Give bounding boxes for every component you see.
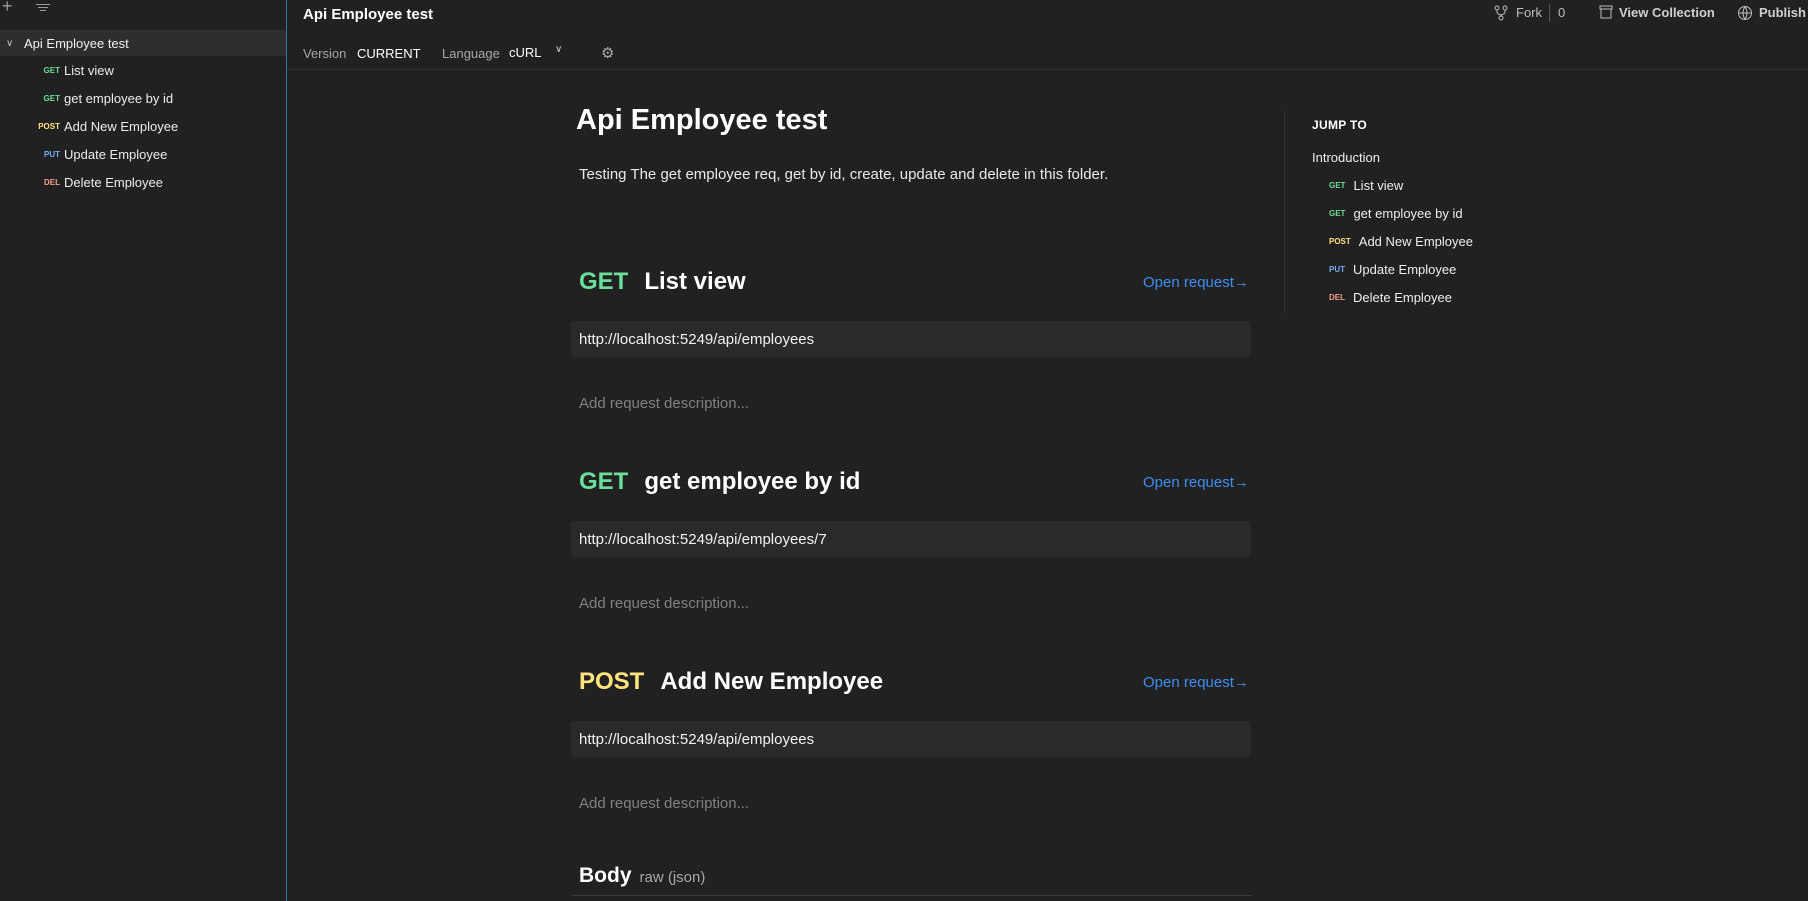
request-url: http://localhost:5249/api/employees: [579, 730, 815, 748]
sidebar-item-label: Add New Employee: [64, 118, 179, 134]
request-url-box: http://localhost:5249/api/employees/7: [571, 521, 1251, 557]
version-label: Version: [303, 46, 347, 61]
sidebar-item-add-new-employee[interactable]: POST Add New Employee: [0, 115, 286, 137]
open-request-link[interactable]: Open request→: [1143, 474, 1249, 491]
jump-to-item-delete-employee[interactable]: DEL Delete Employee: [1329, 290, 1452, 305]
body-label: Body: [579, 864, 632, 887]
jump-to-item-add-new-employee[interactable]: POST Add New Employee: [1329, 234, 1473, 249]
collection-name: Api Employee test: [24, 35, 129, 51]
divider: [571, 895, 1251, 896]
view-collection-button[interactable]: View Collection: [1619, 5, 1715, 20]
request-name: get employee by id: [644, 468, 861, 495]
method-badge: DEL: [1329, 293, 1345, 302]
jump-to-item-label: Update Employee: [1353, 262, 1457, 277]
gear-icon[interactable]: ⚙: [601, 44, 614, 62]
body-type: raw (json): [639, 869, 706, 886]
open-request-link[interactable]: Open request→: [1143, 274, 1249, 291]
open-request-label: Open request: [1143, 274, 1234, 291]
sidebar-item-get-employee-by-id[interactable]: GET get employee by id: [0, 87, 286, 109]
request-url: http://localhost:5249/api/employees: [579, 330, 815, 348]
method-badge: DEL: [44, 177, 60, 187]
sidebar: + ∨ Api Employee test GET List view GET …: [0, 0, 287, 901]
method-badge: POST: [38, 121, 60, 131]
jump-to-item-get-employee-by-id[interactable]: GET get employee by id: [1329, 206, 1463, 221]
page-title: Api Employee test: [303, 6, 434, 23]
topbar: Api Employee test Version CURRENT Langua…: [287, 0, 1808, 70]
sidebar-item-label: List view: [64, 62, 114, 78]
jump-to-item-label: List view: [1353, 178, 1404, 193]
open-request-link[interactable]: Open request→: [1143, 674, 1249, 691]
arrow-right-icon: →: [1233, 274, 1249, 291]
language-dropdown[interactable]: cURL: [509, 45, 542, 60]
filter-icon[interactable]: [36, 2, 50, 13]
method-badge: POST: [1329, 237, 1351, 246]
sidebar-toolbar: +: [0, 0, 286, 18]
request-name: List view: [644, 268, 746, 295]
method-badge: PUT: [44, 149, 60, 159]
request-name: Add New Employee: [660, 668, 884, 695]
jump-to-item-label: Add New Employee: [1358, 234, 1473, 249]
fork-icon[interactable]: [1494, 5, 1508, 24]
request-heading-list-view: GET List view: [579, 268, 746, 296]
method-badge: GET: [43, 93, 60, 103]
open-request-label: Open request: [1143, 474, 1234, 491]
method-badge: GET: [43, 65, 60, 75]
jump-to-item-label: Delete Employee: [1353, 290, 1452, 305]
doc-description: Testing The get employee req, get by id,…: [579, 166, 1109, 183]
jump-to-item-label: get employee by id: [1353, 206, 1463, 221]
request-description-placeholder[interactable]: Add request description...: [579, 395, 749, 412]
jump-to-title: JUMP TO: [1312, 118, 1368, 132]
jump-to-introduction[interactable]: Introduction: [1312, 150, 1380, 165]
view-collection-icon[interactable]: [1599, 5, 1613, 22]
sidebar-collection[interactable]: ∨ Api Employee test: [0, 30, 286, 56]
sidebar-item-delete-employee[interactable]: DEL Delete Employee: [0, 171, 286, 193]
request-heading-add-new-employee: POST Add New Employee: [579, 668, 883, 696]
method-badge: GET: [1329, 181, 1346, 190]
method-badge: PUT: [1329, 265, 1345, 274]
request-heading-get-employee-by-id: GET get employee by id: [579, 468, 860, 496]
method-label: GET: [579, 468, 629, 495]
chevron-down-icon[interactable]: ∨: [555, 44, 562, 55]
body-section-heading: Body raw (json): [579, 864, 705, 888]
fork-button[interactable]: Fork: [1516, 5, 1542, 20]
publish-icon[interactable]: [1737, 5, 1753, 24]
version-dropdown[interactable]: CURRENT: [357, 46, 421, 61]
chevron-down-icon[interactable]: ∨: [6, 38, 18, 49]
divider: [1549, 4, 1550, 22]
jump-to-item-update-employee[interactable]: PUT Update Employee: [1329, 262, 1456, 277]
method-label: GET: [579, 268, 629, 295]
request-url: http://localhost:5249/api/employees/7: [579, 530, 827, 548]
request-description-placeholder[interactable]: Add request description...: [579, 595, 749, 612]
sidebar-item-list-view[interactable]: GET List view: [0, 59, 286, 81]
method-badge: GET: [1329, 209, 1346, 218]
method-label: POST: [579, 668, 645, 695]
doc-title: Api Employee test: [576, 104, 828, 136]
sidebar-item-label: Update Employee: [64, 146, 168, 162]
arrow-right-icon: →: [1233, 674, 1249, 691]
sidebar-item-label: get employee by id: [64, 90, 174, 106]
open-request-label: Open request: [1143, 674, 1234, 691]
fork-count: 0: [1558, 5, 1566, 20]
sidebar-item-label: Delete Employee: [64, 174, 163, 190]
arrow-right-icon: →: [1233, 474, 1249, 491]
request-url-box: http://localhost:5249/api/employees: [571, 321, 1251, 357]
divider: [1284, 111, 1285, 313]
jump-to-item-list-view[interactable]: GET List view: [1329, 178, 1403, 193]
sidebar-item-update-employee[interactable]: PUT Update Employee: [0, 143, 286, 165]
plus-icon[interactable]: +: [2, 0, 13, 17]
language-label: Language: [442, 46, 500, 61]
request-description-placeholder[interactable]: Add request description...: [579, 795, 749, 812]
publish-button[interactable]: Publish: [1759, 5, 1806, 20]
request-url-box: http://localhost:5249/api/employees: [571, 721, 1251, 757]
